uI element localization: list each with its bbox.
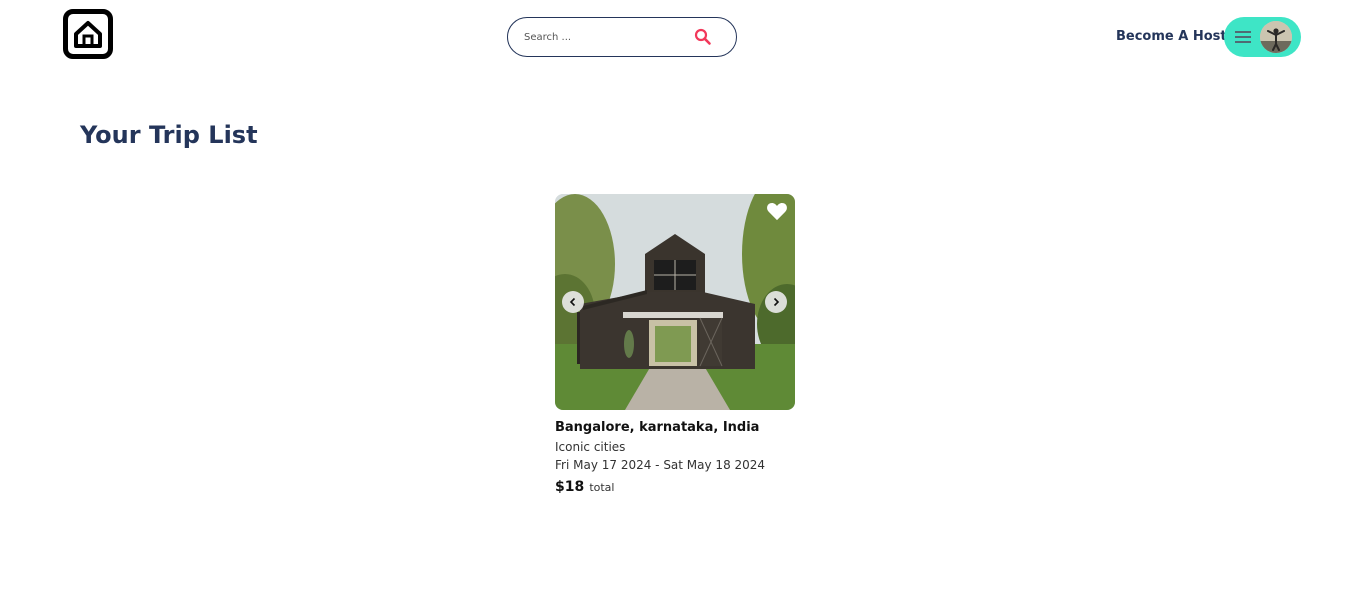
trip-location: Bangalore, karnataka, India — [555, 420, 760, 435]
heart-icon[interactable] — [766, 201, 788, 221]
search-input[interactable] — [524, 31, 694, 43]
trip-price-row: $18 total — [555, 476, 614, 495]
trip-category: Iconic cities — [555, 440, 626, 454]
avatar — [1260, 21, 1292, 53]
trip-price-suffix: total — [589, 481, 615, 494]
navbar: Become A Host — [0, 0, 1349, 72]
home-logo-button[interactable] — [63, 9, 113, 59]
listing-photo — [555, 194, 795, 410]
trip-card[interactable]: Bangalore, karnataka, India Iconic citie… — [555, 194, 795, 495]
search-icon[interactable] — [694, 28, 712, 46]
menu-icon — [1235, 31, 1251, 43]
trip-dates: Fri May 17 2024 - Sat May 18 2024 — [555, 458, 766, 472]
chevron-right-icon — [773, 297, 780, 307]
page-title: Your Trip List — [80, 121, 258, 149]
become-host-link[interactable]: Become A Host — [1116, 29, 1227, 44]
house-icon — [74, 21, 102, 48]
next-photo-button[interactable] — [765, 291, 787, 313]
account-menu-button[interactable] — [1224, 17, 1301, 57]
previous-photo-button[interactable] — [562, 291, 584, 313]
chevron-left-icon — [569, 297, 576, 307]
trip-price: $18 — [555, 479, 585, 495]
search-bar — [507, 17, 737, 57]
